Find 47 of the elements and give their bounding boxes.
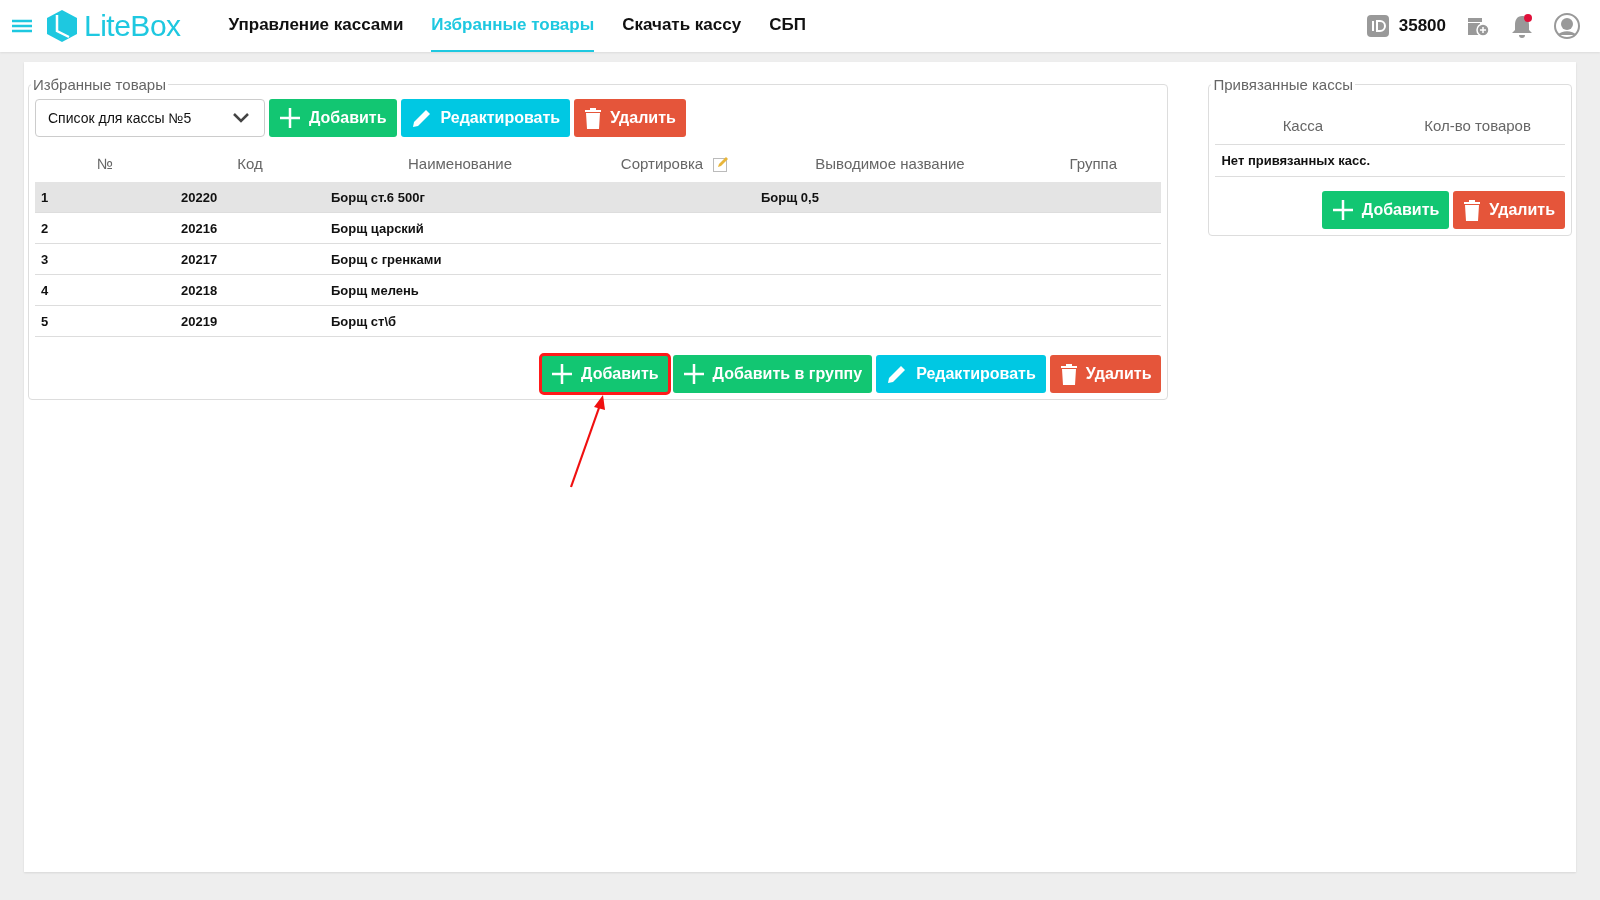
- table-cell: 1: [35, 182, 175, 213]
- action-button[interactable]: Удалить: [1453, 191, 1565, 229]
- plus-icon: [279, 107, 301, 129]
- section-title: Привязанные кассы: [1212, 76, 1354, 93]
- action-button[interactable]: Удалить: [574, 99, 686, 137]
- list-select[interactable]: Список для кассы №5: [35, 99, 265, 137]
- nav-tab[interactable]: Избранные товары: [431, 0, 595, 52]
- plus-icon: [551, 363, 574, 385]
- cube-logo-icon: [46, 9, 78, 43]
- account-id: 35800: [1398, 16, 1446, 36]
- plus-icon: [682, 363, 705, 385]
- register-add-icon[interactable]: [1466, 15, 1490, 37]
- column-header: Наименование: [408, 155, 512, 172]
- trash-icon: [584, 107, 603, 129]
- column-header: Сортировка: [620, 155, 704, 172]
- section-title: Избранные товары: [32, 76, 167, 93]
- action-button[interactable]: Добавить: [269, 99, 397, 137]
- chevron-down-icon: [232, 112, 250, 124]
- table-cell: 20220: [175, 182, 325, 213]
- plus-icon: [1331, 199, 1354, 221]
- nav-tab[interactable]: Скачать кассу: [622, 0, 742, 52]
- logo-text: LiteBox: [84, 9, 181, 43]
- column-header: Код: [237, 155, 263, 172]
- pencil-icon: [410, 107, 433, 129]
- pencil-edit-icon[interactable]: [713, 155, 730, 172]
- menu-icon[interactable]: [12, 19, 32, 33]
- column-header: Касса: [1282, 117, 1324, 134]
- action-button[interactable]: Редактировать: [876, 355, 1046, 393]
- nav-tab[interactable]: Управление кассами: [228, 0, 404, 52]
- trash-icon: [1463, 199, 1482, 221]
- nav-tab[interactable]: СБП: [769, 0, 806, 52]
- column-header: Выводимое название: [815, 155, 965, 172]
- empty-message: Нет привязанных касс.: [1215, 145, 1565, 177]
- column-header: №: [96, 155, 114, 172]
- column-header: Кол-во товаров: [1424, 117, 1531, 134]
- action-button[interactable]: Добавить в группу: [672, 355, 873, 393]
- bell-icon[interactable]: [1510, 13, 1534, 39]
- highlighted-button[interactable]: Добавить: [541, 355, 669, 393]
- trash-icon: [1059, 363, 1078, 385]
- table-cell: Борщ 0,5: [755, 182, 1025, 213]
- action-button[interactable]: Удалить: [1049, 355, 1162, 393]
- id-icon: [1366, 15, 1389, 37]
- table-cell: Борщ ст.6 500г: [325, 182, 595, 213]
- user-avatar-icon[interactable]: [1554, 13, 1580, 39]
- action-button[interactable]: Редактировать: [400, 99, 571, 137]
- action-button[interactable]: Добавить: [1321, 191, 1450, 229]
- column-header: Группа: [1069, 155, 1117, 172]
